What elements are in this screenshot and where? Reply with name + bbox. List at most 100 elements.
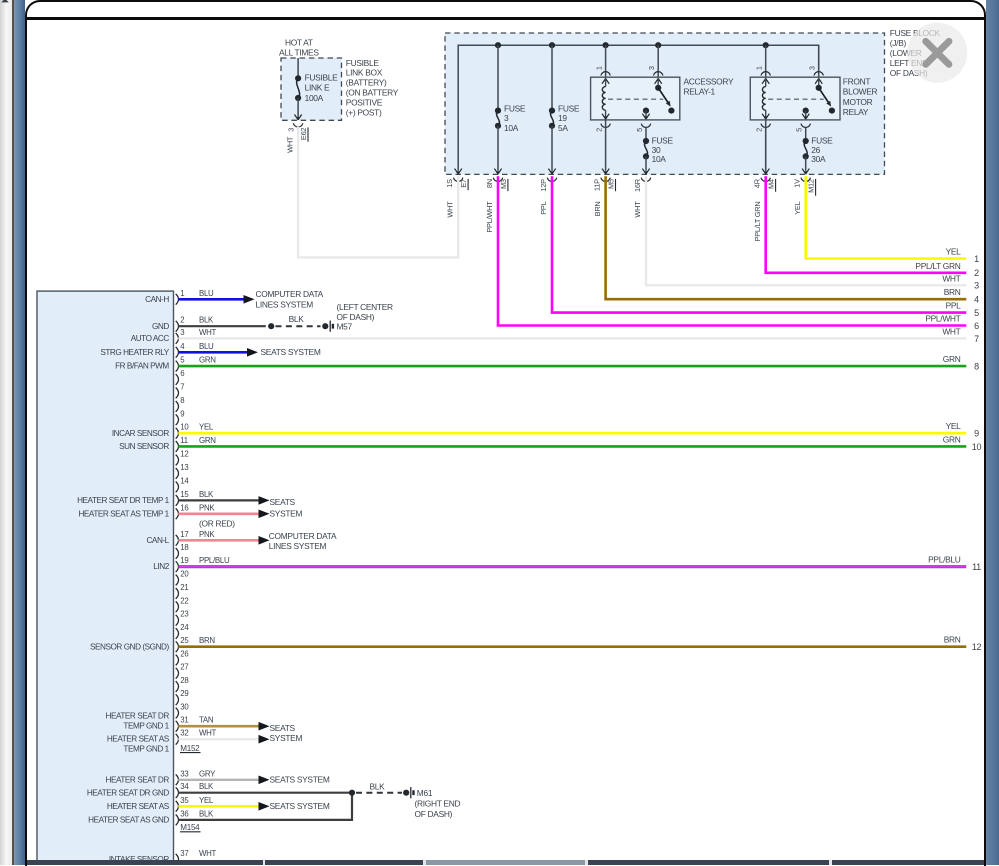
svg-text:M3: M3 bbox=[499, 179, 508, 189]
svg-text:2: 2 bbox=[180, 316, 184, 325]
svg-text:GRN: GRN bbox=[199, 436, 216, 445]
svg-text:4: 4 bbox=[180, 342, 185, 351]
svg-text:36: 36 bbox=[180, 809, 188, 818]
svg-text:LINK E: LINK E bbox=[305, 83, 330, 93]
svg-text:RELAY-1: RELAY-1 bbox=[684, 87, 716, 97]
svg-text:SUN SENSOR: SUN SENSOR bbox=[119, 442, 169, 451]
svg-text:WHT: WHT bbox=[445, 201, 454, 218]
svg-text:(BATTERY): (BATTERY) bbox=[346, 78, 387, 88]
svg-text:E62: E62 bbox=[299, 128, 308, 141]
svg-text:HEATER SEAT AS TEMP 1: HEATER SEAT AS TEMP 1 bbox=[78, 509, 169, 518]
svg-text:M4: M4 bbox=[767, 179, 776, 189]
svg-text:SENSOR GND (SGND): SENSOR GND (SGND) bbox=[90, 642, 170, 651]
svg-text:M57: M57 bbox=[337, 322, 353, 332]
svg-text:M154: M154 bbox=[180, 823, 200, 832]
svg-text:TAN: TAN bbox=[199, 716, 214, 725]
svg-text:HEATER SEAT AS GND: HEATER SEAT AS GND bbox=[88, 816, 169, 825]
svg-text:BLK: BLK bbox=[289, 314, 305, 324]
svg-text:YEL: YEL bbox=[793, 201, 802, 214]
svg-text:YEL: YEL bbox=[946, 247, 962, 257]
svg-text:M5: M5 bbox=[607, 179, 616, 189]
svg-text:ALL TIMES: ALL TIMES bbox=[279, 48, 319, 58]
svg-text:FUSE: FUSE bbox=[558, 103, 580, 113]
svg-text:BLK: BLK bbox=[199, 782, 214, 791]
svg-text:GRY: GRY bbox=[199, 769, 216, 778]
svg-text:6: 6 bbox=[974, 321, 979, 331]
svg-text:BRN: BRN bbox=[944, 635, 961, 645]
svg-text:15: 15 bbox=[180, 490, 189, 499]
svg-text:3: 3 bbox=[180, 328, 184, 337]
svg-text:WHT: WHT bbox=[199, 328, 217, 337]
svg-text:LINES SYSTEM: LINES SYSTEM bbox=[269, 541, 327, 551]
svg-text:WHT: WHT bbox=[633, 201, 642, 218]
svg-text:10: 10 bbox=[972, 442, 982, 452]
svg-text:2: 2 bbox=[755, 128, 764, 132]
svg-text:5: 5 bbox=[635, 128, 644, 132]
svg-text:14: 14 bbox=[180, 476, 189, 485]
svg-text:PPL/WHT: PPL/WHT bbox=[925, 314, 960, 324]
svg-text:E7: E7 bbox=[459, 179, 468, 188]
svg-text:19: 19 bbox=[180, 556, 188, 565]
svg-text:(ON BATTERY: (ON BATTERY bbox=[346, 88, 399, 98]
svg-text:13: 13 bbox=[180, 463, 188, 472]
svg-text:5: 5 bbox=[795, 128, 804, 132]
svg-text:27: 27 bbox=[180, 663, 188, 672]
svg-text:3: 3 bbox=[286, 128, 295, 132]
svg-text:6: 6 bbox=[180, 369, 184, 378]
svg-text:1V: 1V bbox=[793, 179, 802, 188]
svg-text:30: 30 bbox=[180, 703, 189, 712]
svg-text:17: 17 bbox=[180, 530, 188, 539]
svg-text:BLU: BLU bbox=[199, 342, 214, 351]
svg-text:1: 1 bbox=[974, 254, 979, 264]
svg-text:TEMP GND 1: TEMP GND 1 bbox=[123, 745, 169, 754]
svg-text:WHT: WHT bbox=[942, 273, 960, 283]
svg-text:SEATS SYSTEM: SEATS SYSTEM bbox=[261, 347, 321, 357]
svg-text:SEATS: SEATS bbox=[270, 723, 296, 733]
svg-text:1S: 1S bbox=[445, 179, 454, 188]
svg-text:3: 3 bbox=[808, 66, 817, 70]
svg-text:GRN: GRN bbox=[943, 354, 961, 364]
svg-text:19: 19 bbox=[558, 113, 567, 123]
svg-text:STRG HEATER RLY: STRG HEATER RLY bbox=[100, 348, 169, 357]
svg-text:PPL/BLU: PPL/BLU bbox=[199, 556, 230, 565]
svg-text:12P: 12P bbox=[539, 179, 548, 192]
svg-text:PPL: PPL bbox=[539, 201, 548, 214]
svg-text:5: 5 bbox=[974, 308, 979, 318]
svg-text:PPL/LT GRN: PPL/LT GRN bbox=[915, 261, 960, 271]
svg-text:PNK: PNK bbox=[199, 503, 215, 512]
svg-text:33: 33 bbox=[180, 769, 188, 778]
svg-text:M152: M152 bbox=[180, 744, 200, 753]
svg-text:25: 25 bbox=[180, 636, 189, 645]
svg-text:21: 21 bbox=[180, 583, 188, 592]
svg-text:PPL/LT GRN: PPL/LT GRN bbox=[753, 202, 762, 242]
svg-text:M12: M12 bbox=[807, 179, 816, 193]
svg-text:37: 37 bbox=[180, 849, 188, 858]
svg-text:9: 9 bbox=[180, 409, 184, 418]
svg-text:24: 24 bbox=[180, 623, 189, 632]
svg-text:FR B/FAN PWM: FR B/FAN PWM bbox=[115, 362, 169, 371]
svg-text:BRN: BRN bbox=[593, 202, 602, 217]
svg-text:2: 2 bbox=[974, 268, 979, 278]
svg-text:PPL/BLU: PPL/BLU bbox=[928, 555, 961, 565]
svg-text:AUTO ACC: AUTO ACC bbox=[131, 334, 170, 343]
svg-text:9: 9 bbox=[974, 429, 979, 439]
svg-text:HEATER SEAT AS: HEATER SEAT AS bbox=[107, 735, 170, 744]
svg-text:30A: 30A bbox=[811, 154, 826, 164]
svg-text:22: 22 bbox=[180, 596, 188, 605]
svg-text:COMPUTER DATA: COMPUTER DATA bbox=[256, 289, 324, 299]
svg-text:(OR RED): (OR RED) bbox=[199, 519, 235, 529]
svg-text:4: 4 bbox=[974, 295, 979, 305]
svg-text:LINES SYSTEM: LINES SYSTEM bbox=[256, 300, 314, 310]
svg-text:YEL: YEL bbox=[946, 421, 962, 431]
svg-text:PNK: PNK bbox=[199, 530, 215, 539]
svg-text:BRN: BRN bbox=[944, 287, 961, 297]
svg-text:34: 34 bbox=[180, 782, 189, 791]
svg-text:3: 3 bbox=[504, 113, 509, 123]
svg-text:OF DASH): OF DASH) bbox=[337, 312, 375, 322]
svg-text:MOTOR: MOTOR bbox=[843, 97, 873, 107]
svg-text:BLK: BLK bbox=[199, 316, 214, 325]
svg-text:10: 10 bbox=[180, 423, 189, 432]
svg-text:INCAR SENSOR: INCAR SENSOR bbox=[112, 429, 169, 438]
svg-text:LINK BOX: LINK BOX bbox=[346, 68, 383, 78]
svg-text:BLU: BLU bbox=[199, 289, 214, 298]
